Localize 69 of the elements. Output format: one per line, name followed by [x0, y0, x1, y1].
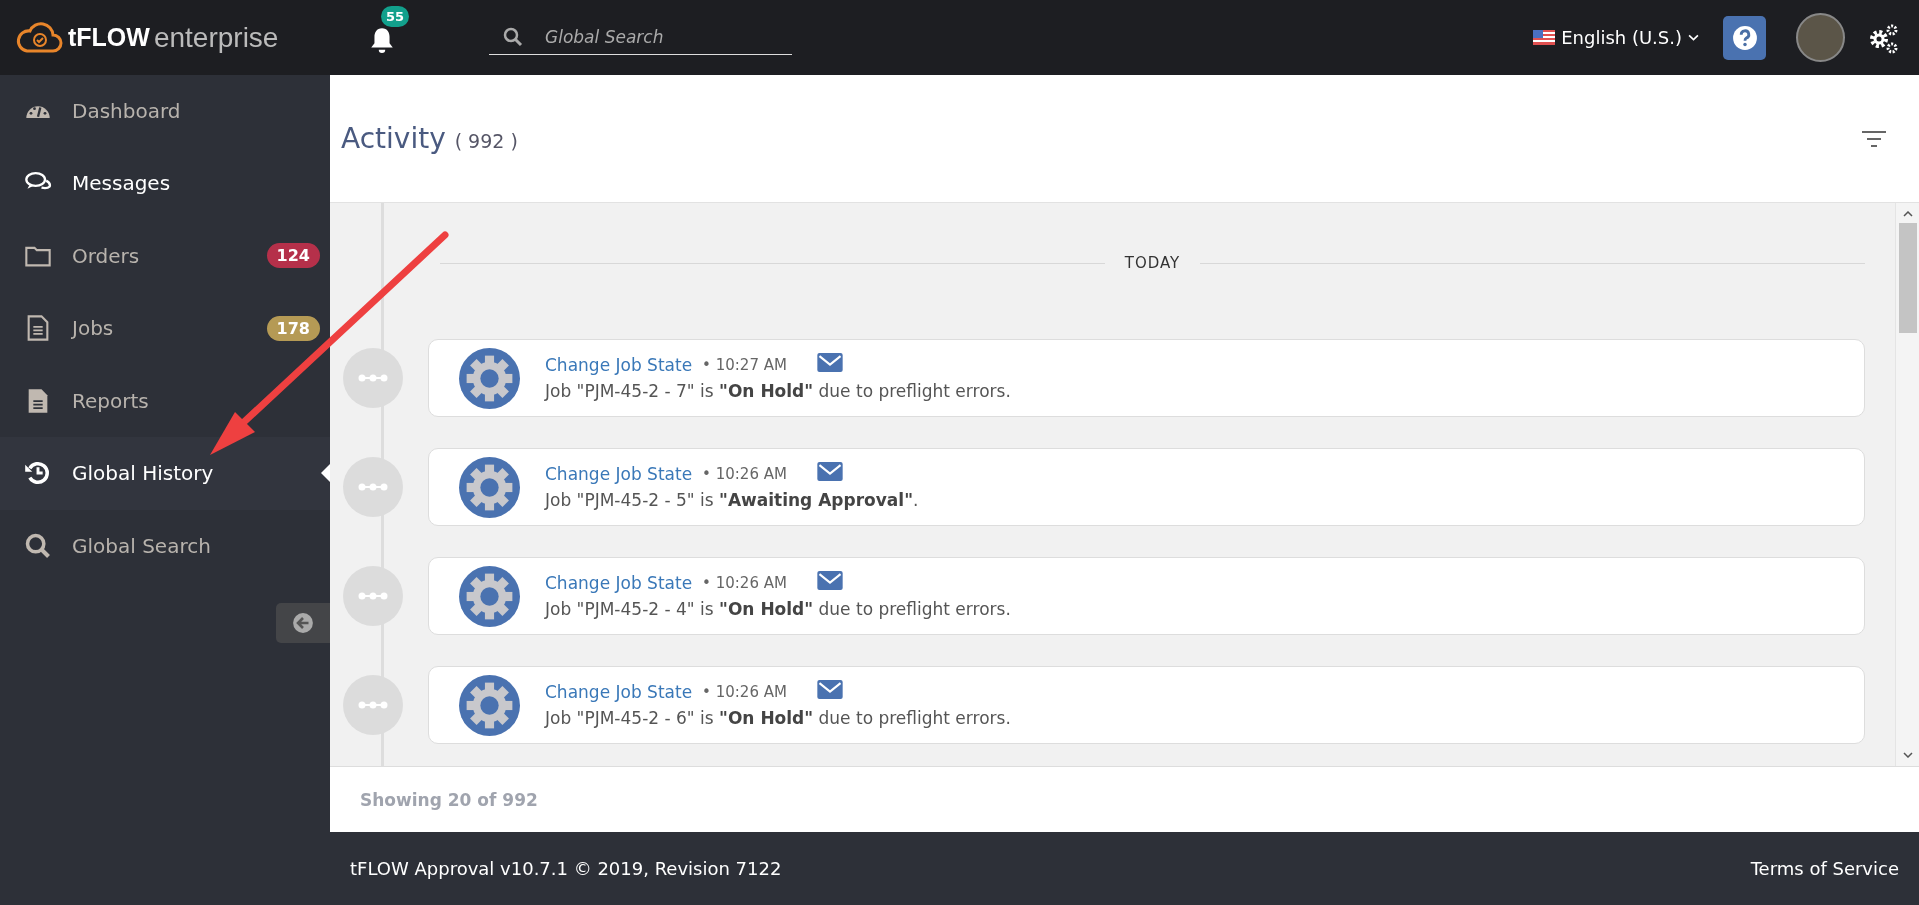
activity-message: Job "PJM-45-2 - 5" is "Awaiting Approval". [545, 490, 919, 510]
dots-icon [358, 591, 388, 601]
logo-text: tFLOW [68, 23, 150, 52]
cloud-logo-icon [14, 20, 64, 55]
scroll-thumb[interactable] [1898, 223, 1917, 333]
filter-icon[interactable] [1861, 128, 1887, 149]
activity-title-link[interactable]: Change Job State [545, 355, 693, 375]
dots-icon [358, 373, 388, 383]
activity-message: Job "PJM-45-2 - 4" is "On Hold" due to preflight errors. [545, 599, 1011, 619]
activity-title-link[interactable]: Change Job State [545, 573, 693, 593]
activity-title-link[interactable]: Change Job State [545, 682, 693, 702]
envelope-icon[interactable] [816, 570, 843, 590]
search-field[interactable]: Global Search [489, 20, 792, 55]
nav-label: Dashboard [72, 98, 182, 123]
chevron-down-icon [1688, 34, 1699, 41]
gear-icon [459, 674, 520, 736]
sidebar-item[interactable]: Orders 124 [0, 219, 330, 293]
gear-icon [459, 456, 520, 518]
sidebar-item[interactable]: Reports [0, 364, 330, 438]
activity-message: Job "PJM-45-2 - 7" is "On Hold" due to preflight errors. [545, 381, 1011, 401]
search-icon [24, 531, 52, 560]
gear-icon [459, 565, 520, 627]
envelope-icon[interactable] [816, 461, 843, 481]
user-avatar[interactable] [1796, 13, 1845, 62]
arrow-left-icon [292, 611, 314, 634]
sidebar-item[interactable]: Dashboard [0, 74, 330, 148]
envelope-icon[interactable] [816, 679, 843, 699]
sidebar-item[interactable]: Global History [0, 436, 330, 510]
sidebar-item[interactable]: Global Search [0, 509, 330, 583]
activity-count: ( 992 ) [454, 130, 518, 152]
search-input[interactable]: Global Search [543, 26, 773, 48]
question-icon [1731, 24, 1758, 51]
scroll-down-icon[interactable] [1902, 752, 1913, 758]
scroll-up-icon[interactable] [1902, 211, 1913, 217]
activity-message: Job "PJM-45-2 - 6" is "On Hold" due to preflight errors. [545, 708, 1011, 728]
logo-text: enterprise [153, 21, 279, 54]
terms-link[interactable]: Terms of Service [1750, 858, 1899, 879]
flag-icon [1533, 30, 1556, 45]
help-button[interactable] [1723, 15, 1766, 60]
nav-label: Jobs [72, 316, 115, 341]
sidebar-item[interactable]: Messages [0, 146, 330, 220]
version-text: tFLOW Approval v10.7.1 © 2019, Revision 7122 [350, 858, 782, 879]
day-label: TODAY [1124, 254, 1181, 272]
nav-label: Messages [72, 171, 172, 196]
page-title: Activity [341, 122, 446, 155]
bell-icon[interactable] [369, 25, 395, 54]
activity-time: • 10:27 AM [702, 356, 787, 374]
activity-time: • 10:26 AM [702, 465, 787, 483]
dots-icon [358, 700, 388, 710]
collapse-sidebar-button[interactable] [276, 602, 330, 643]
count-badge: 178 [266, 315, 320, 341]
search-icon [503, 27, 523, 47]
language-dropdown[interactable]: English (U.S.) [1533, 27, 1699, 48]
nav-label: Global History [72, 461, 215, 486]
dots-icon [358, 482, 388, 492]
scrollbar[interactable] [1895, 203, 1919, 766]
sidebar-item[interactable]: Jobs 178 [0, 291, 330, 365]
nav-label: Reports [72, 388, 150, 413]
gear-icon [459, 347, 520, 409]
notification-count: 55 [381, 5, 410, 27]
activity-time: • 10:26 AM [702, 574, 787, 592]
envelope-icon[interactable] [816, 352, 843, 372]
nav-label: Orders [72, 243, 141, 268]
count-badge: 124 [266, 243, 320, 269]
nav-label: Global Search [72, 533, 212, 558]
showing-count: Showing 20 of 992 [360, 789, 538, 810]
activity-time: • 10:26 AM [702, 683, 787, 701]
logo[interactable]: tFLOWenterprise [14, 20, 369, 55]
activity-title-link[interactable]: Change Job State [545, 464, 693, 484]
